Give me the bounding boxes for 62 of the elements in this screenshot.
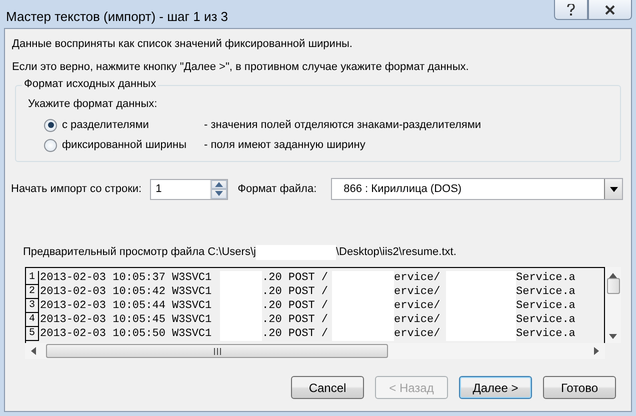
close-button[interactable] xyxy=(588,0,632,20)
file-format-dropdown[interactable]: 866 : Кириллица (DOS) xyxy=(330,178,623,200)
preview-text: ervice/ xyxy=(394,286,442,298)
spin-down-icon[interactable] xyxy=(214,191,223,196)
scroll-thumb[interactable] xyxy=(46,344,388,358)
preview-text: .20 POST / xyxy=(262,300,330,312)
line-number: 2 xyxy=(26,285,39,299)
help-button[interactable] xyxy=(554,0,588,20)
option-description: - значения полей отделяются знаками-разделителями xyxy=(204,119,482,131)
preview-text: 2013-02-03 10:05:44 W3SVC1 xyxy=(40,300,213,312)
preview-text: 2013-02-03 10:05:50 W3SVC1 xyxy=(40,328,213,340)
preview-text: ervice/ xyxy=(394,328,442,340)
start-row-label: Начать импорт со строки: xyxy=(11,183,142,195)
scroll-left-icon[interactable] xyxy=(31,347,36,355)
preview-text: 2013-02-03 10:05:37 W3SVC1 xyxy=(40,272,213,284)
preview-text: .20 POST / xyxy=(262,286,330,298)
preview-text: 2013-02-03 10:05:45 W3SVC1 xyxy=(40,314,213,326)
file-format-value: 866 : Кириллица (DOS) xyxy=(342,183,463,195)
preview-path-label: Предварительный просмотр файла C:\Users\j xyxy=(23,246,256,258)
preview-text: Service.a xyxy=(516,272,576,284)
start-row-value: 1 xyxy=(154,182,163,196)
radio-button[interactable] xyxy=(44,138,57,152)
close-icon xyxy=(605,4,615,14)
preview-text: .20 POST / xyxy=(262,272,330,284)
help-icon xyxy=(567,4,575,16)
preview-path-label: \Desktop\iis2\resume.txt. xyxy=(336,246,456,258)
preview-text: ervice/ xyxy=(394,314,442,326)
preview-text: .20 POST / xyxy=(262,314,330,326)
group-title: Формат исходных данных xyxy=(22,78,158,90)
grip-icon xyxy=(214,348,220,354)
format-prompt: Укажите формат данных: xyxy=(28,98,158,110)
dialog-button[interactable]: Далее > xyxy=(459,376,532,399)
preview-text: Service.a xyxy=(516,314,576,326)
preview-text: ervice/ xyxy=(394,300,442,312)
vertical-scrollbar[interactable] xyxy=(605,267,621,343)
dialog-button[interactable]: Cancel xyxy=(291,376,364,399)
preview-text: 2013-02-03 10:05:42 W3SVC1 xyxy=(40,286,213,298)
horizontal-scrollbar[interactable] xyxy=(25,343,605,359)
preview-text: Service.a xyxy=(516,286,576,298)
line-number: 1 xyxy=(26,271,39,285)
preview-text: .20 POST / xyxy=(262,328,330,340)
instruction-text: Данные восприняты как список значений фиксированной ширины. xyxy=(11,37,354,52)
radio-label[interactable]: фиксированной ширины xyxy=(62,139,204,151)
radio-button[interactable] xyxy=(44,118,57,132)
line-number: 3 xyxy=(26,299,39,313)
line-number: 4 xyxy=(26,313,39,327)
file-format-label: Формат файла: xyxy=(238,183,317,195)
scroll-thumb[interactable] xyxy=(606,278,620,294)
preview-text: Service.a xyxy=(516,300,576,312)
instruction-text: Если это верно, нажмите кнопку "Далее >", в противном случае укажите формат данных. xyxy=(11,60,470,75)
preview-text: Service.a xyxy=(516,328,576,340)
line-number: 5 xyxy=(26,327,39,341)
dialog-button[interactable]: Готово xyxy=(543,376,616,399)
scroll-down-icon[interactable] xyxy=(609,334,617,339)
window-title: Мастер текстов (импорт) - шаг 1 из 3 xyxy=(5,8,228,24)
preview-text: ervice/ xyxy=(394,272,442,284)
radio-label[interactable]: с разделителями xyxy=(62,119,204,131)
start-row-spinner[interactable]: 1 xyxy=(150,178,228,200)
dropdown-arrow-icon[interactable] xyxy=(610,186,618,192)
scroll-right-icon[interactable] xyxy=(594,347,599,355)
spin-up-icon[interactable] xyxy=(214,182,223,187)
option-description: - поля имеют заданную ширину xyxy=(204,139,366,151)
